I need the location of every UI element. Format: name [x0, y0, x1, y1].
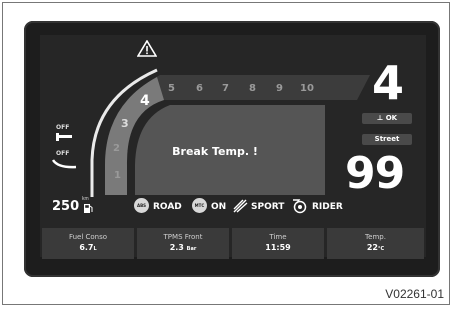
figure-reference-code: V02261-01 [385, 287, 444, 301]
ok-check-icon: ⊥ [376, 114, 386, 122]
info-unit: °C [377, 246, 385, 252]
info-label: TPMS Front [163, 233, 203, 241]
brake-temperature-warning: Break Temp. ! [172, 145, 258, 158]
tach-tick-3: 3 [121, 117, 129, 130]
abs-mode-value: ROAD [153, 202, 182, 212]
tach-tick-10: 10 [300, 83, 314, 94]
tach-tick-8: 8 [249, 83, 256, 94]
info-value: 2.3 [169, 243, 184, 252]
info-cell-fuel: Fuel Conso 6.7L [42, 228, 134, 259]
rider-mode-icon [293, 199, 307, 214]
tach-tick-9: 9 [276, 83, 283, 94]
power-mode-value: SPORT [251, 202, 285, 212]
info-unit: L [93, 246, 97, 252]
gear-indicator: 4 [372, 56, 405, 110]
fuel-range-unit: km [82, 196, 89, 202]
info-value: 22 [366, 243, 378, 252]
tach-tick-7: 7 [222, 83, 229, 94]
lean-angle-icon [52, 159, 77, 169]
tach-tick-4: 4 [140, 93, 150, 109]
info-value: 6.7 [79, 243, 94, 252]
power-mode-icon [233, 199, 248, 213]
info-label: Temp. [365, 233, 386, 241]
riding-mode-badge: Street [362, 134, 412, 145]
tach-tick-6: 6 [196, 83, 203, 94]
rider-mode-value: RIDER [312, 202, 343, 212]
info-cell-time: Time 11:59 [232, 228, 324, 259]
status-ok-badge: ⊥ OK [362, 113, 412, 124]
abs-badge: ABS [134, 198, 149, 213]
fuel-pump-icon [84, 204, 93, 213]
info-label: Fuel Conso [68, 233, 108, 241]
status-ok-label: OK [385, 114, 398, 122]
mtc-mode-value: ON [211, 202, 227, 212]
lean-off-label: OFF [56, 150, 70, 157]
tach-tick-2: 2 [113, 143, 120, 154]
fuel-range-value: 250 [52, 199, 80, 214]
side-stand-icon [56, 133, 72, 141]
speed-readout: 99 [345, 148, 405, 199]
info-label: Time [269, 233, 287, 241]
mtc-badge: MTC [192, 198, 207, 213]
info-cell-temp: Temp. 22°C [327, 228, 424, 259]
info-cell-tpms: TPMS Front 2.3 Bar [137, 228, 229, 259]
tach-tick-5: 5 [168, 83, 175, 94]
tach-tick-1: 1 [114, 170, 121, 181]
info-unit: Bar [186, 246, 197, 252]
side-stand-off-label: OFF [56, 124, 70, 131]
info-value: 11:59 [265, 243, 291, 252]
